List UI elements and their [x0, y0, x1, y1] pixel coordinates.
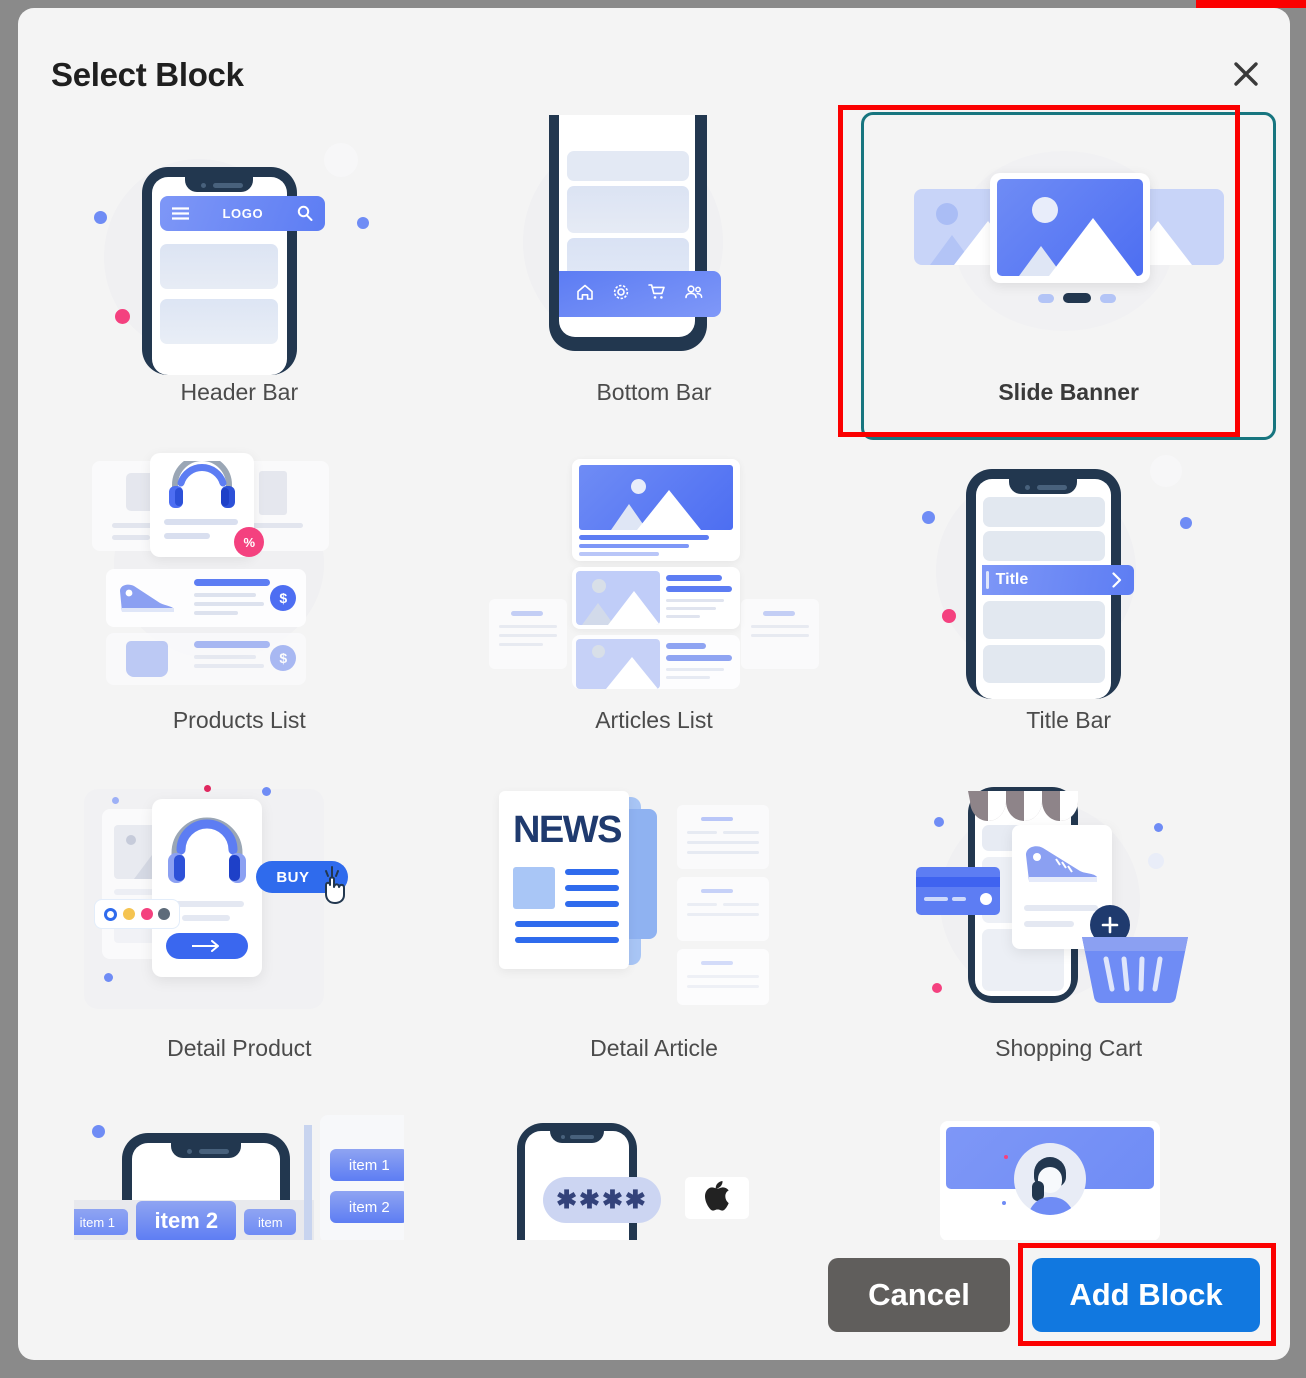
home-icon	[576, 283, 594, 306]
add-block-button[interactable]: Add Block	[1032, 1258, 1260, 1332]
page-title: Select Block	[51, 56, 244, 93]
bottom-bar-illustration	[489, 115, 819, 371]
modal-footer: Cancel Add Block	[18, 1230, 1290, 1360]
block-card-articles-list[interactable]: Articles List	[447, 440, 862, 768]
detail-article-illustration: NEWS	[489, 777, 819, 1027]
block-label: Detail Product	[167, 1035, 312, 1061]
annotation-top-strip	[1196, 0, 1306, 8]
pointer-cursor-icon	[320, 863, 354, 912]
chevron-right-icon	[1112, 572, 1122, 593]
hamburger-icon	[171, 207, 191, 225]
cart-icon	[648, 283, 666, 306]
articles-list-illustration	[488, 449, 819, 699]
modal-header: Select Block	[18, 8, 1290, 118]
select-block-modal: Select Block LOGO Header Bar Bottom Bar …	[18, 8, 1290, 1360]
block-card-bottom-bar[interactable]: Bottom Bar	[447, 112, 862, 440]
block-grid: LOGO Header Bar Bottom Bar Slide Banner …	[18, 112, 1290, 1240]
block-label: Bottom Bar	[596, 379, 712, 405]
block-card-title-bar[interactable]: Title Title Bar	[861, 440, 1276, 768]
block-card-header-bar[interactable]: LOGO Header Bar	[32, 112, 447, 440]
cancel-button[interactable]: Cancel	[828, 1258, 1010, 1332]
block-card-products-list[interactable]: % $ $ Products List	[32, 440, 447, 768]
shopping-cart-illustration	[904, 777, 1234, 1027]
block-card-shopping-cart[interactable]: Shopping Cart	[861, 768, 1276, 1096]
swatch-pink	[140, 908, 153, 920]
slide-banner-illustration	[904, 121, 1234, 371]
avatar	[1013, 1143, 1086, 1215]
buy-label: BUY	[276, 868, 310, 886]
header-bar-illustration: LOGO	[74, 121, 404, 375]
block-label: Articles List	[595, 707, 713, 733]
swatch-blue	[104, 907, 118, 921]
swatch-gray	[158, 908, 171, 920]
block-label: Detail Article	[590, 1035, 718, 1061]
news-headline: NEWS	[512, 809, 623, 851]
block-card-detail-product[interactable]: BUY Detail Product	[32, 768, 447, 1096]
login-illustration: ✱✱✱✱	[489, 1105, 819, 1240]
close-icon[interactable]	[1226, 54, 1266, 94]
tabs-illustration: item 1 item 2 item item 1 item 2	[74, 1105, 405, 1240]
chip-item-2b: item 2	[330, 1191, 405, 1223]
gear-icon	[612, 283, 630, 306]
block-label: Title Bar	[1026, 707, 1112, 733]
block-card-slide-banner[interactable]: Slide Banner	[861, 112, 1276, 440]
products-list-illustration: % $ $	[74, 449, 404, 699]
apple-logo-icon	[704, 1180, 730, 1216]
title-bar-illustration: Title	[904, 449, 1234, 699]
swatch-yellow	[122, 908, 135, 920]
people-icon	[684, 283, 704, 306]
block-card-detail-article[interactable]: NEWS Detail Article	[447, 768, 862, 1096]
search-icon	[297, 205, 313, 226]
block-label: Products List	[172, 707, 306, 733]
password-mask: ✱✱✱✱	[556, 1186, 648, 1214]
title-row-label: Title	[995, 571, 1029, 588]
logo-text: LOGO	[222, 206, 264, 221]
block-label: Slide Banner	[998, 379, 1139, 405]
chip-item-1b: item 1	[330, 1149, 405, 1181]
block-label: Shopping Cart	[995, 1035, 1143, 1061]
block-label: Header Bar	[180, 379, 299, 405]
detail-product-illustration: BUY	[74, 777, 404, 1027]
profile-illustration	[904, 1105, 1234, 1240]
